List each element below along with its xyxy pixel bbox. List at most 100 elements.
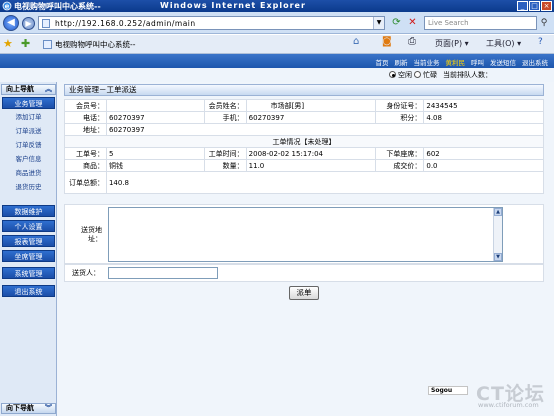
textarea-scrollbar[interactable]: ▲ ▼ xyxy=(493,208,502,261)
ctiforum-watermark: CT论坛 www.ctiforum.com xyxy=(470,379,550,409)
sidebar-group-exit[interactable]: 退出系统 xyxy=(2,285,55,297)
points-label: 积分： xyxy=(375,111,425,124)
total-label: 订单总额： xyxy=(64,171,107,194)
member-name-label: 会员姓名： xyxy=(203,99,247,112)
sidebar-group-personal[interactable]: 个人设置 xyxy=(2,220,55,232)
close-icon[interactable]: × xyxy=(541,1,552,11)
sidebar-group-business[interactable]: 业务管理 xyxy=(2,97,55,109)
favorites-star-icon[interactable]: ★ xyxy=(3,37,13,50)
toplink-logout[interactable]: 退出系统 xyxy=(522,57,548,67)
form-row: 工单情况【未处理】 xyxy=(64,135,544,148)
print-icon[interactable]: ⎙ xyxy=(408,36,416,47)
address-url[interactable]: http://192.168.0.252/admin/main xyxy=(55,19,196,28)
window-title: 电视购物呼叫中心系统-- xyxy=(14,2,101,11)
phone-value: 60270397 xyxy=(105,111,205,124)
deal-price-value: 0.0 xyxy=(423,159,544,172)
delivery-address-textarea[interactable]: ▲ ▼ xyxy=(108,207,503,262)
tools-menu[interactable]: 工具(O) ▾ xyxy=(486,38,521,49)
deliverer-label: 送货人： xyxy=(72,269,100,277)
id-value: 2434545 xyxy=(423,99,544,112)
sidebar-item-customers[interactable]: 客户信息 xyxy=(2,153,55,165)
home-icon[interactable]: ⌂ xyxy=(353,36,359,47)
form-row: 订单总额： 140.8 xyxy=(64,171,545,194)
sidebar-nav-up-label: 向上导航 xyxy=(6,85,34,93)
page-menu-label: 页面(P) xyxy=(435,39,463,48)
form-row: 商品： 铜钱 数量： 11.0 成交价： 0.0 xyxy=(64,159,544,172)
ie-logo-icon: e xyxy=(2,1,12,11)
order-time-value: 2008-02-02 15:17:04 xyxy=(245,147,377,160)
sidebar-group-seats[interactable]: 坐席管理 xyxy=(2,250,55,262)
feeds-icon[interactable]: ◙ xyxy=(382,36,392,47)
scroll-up-icon[interactable]: ▲ xyxy=(494,208,502,216)
member-name-value: 市场部[男] xyxy=(245,99,377,112)
tools-menu-label: 工具(O) xyxy=(486,39,515,48)
tab-title[interactable]: 电视购物呼叫中心系统-- xyxy=(55,39,135,50)
tab-page-icon xyxy=(43,40,52,49)
dispatch-button[interactable]: 派单 xyxy=(289,286,319,300)
sidebar-item-add-order[interactable]: 添加订单 xyxy=(2,111,55,123)
stop-icon[interactable]: ✕ xyxy=(406,17,419,29)
address-label: 地址： xyxy=(64,123,107,136)
sidebar: 向上导航 ︽ 业务管理 添加订单 订单派送 订单反馈 客户信息 商品进货 退货历… xyxy=(0,82,57,416)
sidebar-group-system[interactable]: 系统管理 xyxy=(2,267,55,279)
status-busy-radio[interactable] xyxy=(414,71,421,78)
toplink-call[interactable]: 呼叫 xyxy=(471,57,484,67)
address-value: 60270397 xyxy=(105,123,545,136)
address-dropdown-icon[interactable]: ▼ xyxy=(373,17,384,29)
status-strip: 空闲 忙碌 当前排队人数： xyxy=(0,68,554,82)
search-input[interactable]: Live Search xyxy=(424,16,537,30)
order-no-label: 工单号： xyxy=(64,147,107,160)
deal-price-label: 成交价： xyxy=(375,159,425,172)
top-links: 首页 刷新 当前业务 黄利民 呼叫 发送短信 退出系统 xyxy=(376,57,549,67)
search-icon[interactable]: ⚲ xyxy=(538,17,550,29)
queue-count-label: 当前排队人数： xyxy=(443,71,492,79)
scroll-down-icon[interactable]: ▼ xyxy=(494,253,502,261)
form-row: 工单号： 5 工单时间： 2008-02-02 15:17:04 下单座席： 6… xyxy=(64,147,544,160)
qty-value: 11.0 xyxy=(245,159,377,172)
id-label: 身份证号： xyxy=(375,99,425,112)
sidebar-item-returns[interactable]: 退货历史 xyxy=(2,181,55,193)
address-bar[interactable]: http://192.168.0.252/admin/main ▼ xyxy=(38,16,385,30)
toplink-user[interactable]: 黄利民 xyxy=(446,57,466,67)
phone-label: 电话： xyxy=(64,111,107,124)
search-placeholder: Live Search xyxy=(428,19,469,27)
sidebar-item-feedback[interactable]: 订单反馈 xyxy=(2,139,55,151)
refresh-icon[interactable]: ⟳ xyxy=(390,17,403,29)
status-idle-radio[interactable] xyxy=(389,71,396,78)
status-busy-label: 忙碌 xyxy=(423,71,437,79)
svg-text:e: e xyxy=(5,3,10,11)
forward-button[interactable]: ▶ xyxy=(22,17,35,30)
sidebar-group-reports[interactable]: 报表管理 xyxy=(2,235,55,247)
watermark-small: www.ctiforum.com xyxy=(478,401,539,409)
sidebar-item-dispatch[interactable]: 订单派送 xyxy=(2,125,55,137)
mobile-value: 60270397 xyxy=(245,111,377,124)
form-row: 电话： 60270397 手机： 60270397 积分： 4.08 xyxy=(64,111,544,124)
maximize-icon[interactable]: □ xyxy=(529,1,540,11)
toplink-home[interactable]: 首页 xyxy=(376,57,389,67)
back-button[interactable]: ◀ xyxy=(3,15,19,31)
sogou-logo: Sogou xyxy=(428,386,468,395)
toplink-current-business[interactable]: 当前业务 xyxy=(414,57,440,67)
toplink-refresh[interactable]: 刷新 xyxy=(395,57,408,67)
page-menu[interactable]: 页面(P) ▾ xyxy=(435,38,469,49)
app-top-band: 首页 刷新 当前业务 黄利民 呼叫 发送短信 退出系统 xyxy=(0,54,554,68)
command-bar: ★ ✚ 电视购物呼叫中心系统-- ⌂ ◙ ⎙ 页面(P) ▾ 工具(O) ▾ ? xyxy=(0,35,554,54)
order-no-value: 5 xyxy=(105,147,205,160)
deliverer-input[interactable] xyxy=(108,267,218,279)
sidebar-nav-down[interactable]: 向下导航 ︾ xyxy=(1,403,56,414)
member-no-label: 会员号： xyxy=(64,99,107,112)
help-icon[interactable]: ? xyxy=(538,37,543,47)
order-time-label: 工单时间： xyxy=(203,147,247,160)
add-favorite-icon[interactable]: ✚ xyxy=(21,37,30,50)
sidebar-item-stock[interactable]: 商品进货 xyxy=(2,167,55,179)
panel-title: 业务管理－工单派送 xyxy=(64,84,544,96)
member-no-value xyxy=(105,99,205,112)
status-idle-label: 空闲 xyxy=(398,71,412,79)
toplink-send-sms[interactable]: 发送短信 xyxy=(490,57,516,67)
minimize-icon[interactable]: _ xyxy=(517,1,528,11)
sidebar-group-data[interactable]: 数据维护 xyxy=(2,205,55,217)
window-titlebar: e 电视购物呼叫中心系统-- Windows Internet Explorer… xyxy=(0,0,554,12)
sidebar-nav-up[interactable]: 向上导航 ︽ xyxy=(1,84,56,95)
section-title: 工单情况【未处理】 xyxy=(64,135,544,148)
form-row: 地址： 60270397 xyxy=(64,123,545,136)
